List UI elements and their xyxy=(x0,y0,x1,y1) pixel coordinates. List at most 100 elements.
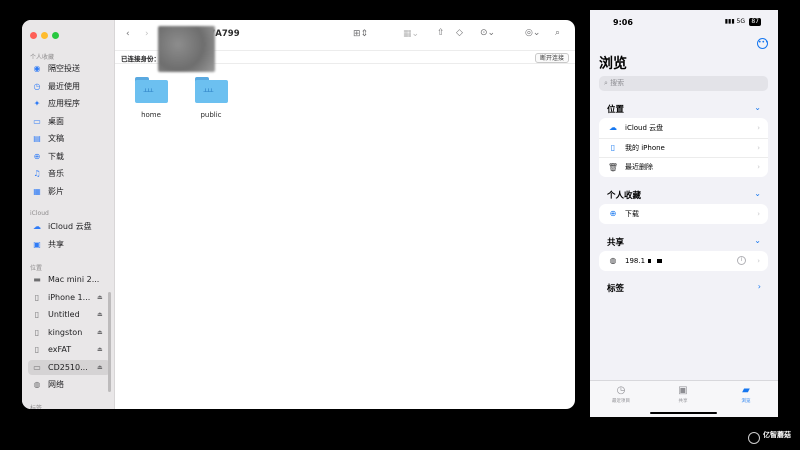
tab-label: 浏览 xyxy=(741,399,751,404)
group-icon[interactable]: ▦⌄ xyxy=(403,29,419,39)
airdrop-share-icon[interactable]: ◎⌄ xyxy=(525,28,540,38)
search-icon: ⌕ xyxy=(604,79,608,87)
sidebar-item-desktop[interactable]: ▭ 桌面 xyxy=(28,114,110,129)
back-icon[interactable]: ‹ xyxy=(126,29,130,39)
info-icon[interactable]: i xyxy=(737,256,746,266)
signal-indicator: ▮▮▮ 5G xyxy=(724,18,745,25)
tags-header: 标签 xyxy=(30,405,43,409)
mac-mini-icon: ▬ xyxy=(33,275,41,284)
search-input[interactable]: ⌕ 搜索 xyxy=(599,76,768,91)
sidebar-item-label: 文稿 xyxy=(48,134,64,143)
list-item-server[interactable]: ◍ 198.1 i › xyxy=(599,251,768,271)
minimize-window-button[interactable] xyxy=(41,32,48,39)
iphone-files-app: 9:06 ▮▮▮ 5G 87 ••• 浏览 ⌕ 搜索 位置 ⌄ ☁ iCloud … xyxy=(590,10,778,417)
movie-icon: ▦ xyxy=(33,186,41,196)
tab-shared[interactable]: ▣ 共享 xyxy=(663,385,703,404)
disconnect-button[interactable]: 断开连接 xyxy=(534,53,569,63)
more-options-icon[interactable]: ••• xyxy=(757,38,769,49)
tag-icon[interactable]: ◇ xyxy=(456,28,463,38)
sidebar-item-iphone[interactable]: ▯ iPhone 1... ⏏ xyxy=(28,290,110,305)
sidebar-item-label: 最近使用 xyxy=(48,81,80,91)
share-icon[interactable]: ⇧ xyxy=(437,28,445,38)
forward-icon[interactable]: › xyxy=(145,29,149,39)
zoom-window-button[interactable] xyxy=(52,32,59,39)
eject-icon[interactable]: ⏏ xyxy=(97,364,107,371)
sidebar-item-kingston[interactable]: ▯ kingston ⏏ xyxy=(28,325,110,340)
favorites-list: ⊕ 下载 › xyxy=(599,204,768,224)
network-type: 5G xyxy=(736,18,745,25)
sidebar-item-label: 影片 xyxy=(48,186,64,196)
view-grid-icon[interactable]: ⊞⇕ xyxy=(353,29,368,39)
tab-recents[interactable]: ◷ 最近项目 xyxy=(601,385,641,404)
shared-folder-icon: ᚆᚆᚆ xyxy=(134,77,168,103)
sidebar-item-label: 隔空投送 xyxy=(48,64,80,73)
download-icon: ⊕ xyxy=(609,209,617,219)
close-window-button[interactable] xyxy=(30,32,37,39)
list-item-downloads[interactable]: ⊕ 下载 › xyxy=(599,204,768,224)
sidebar-item-network[interactable]: ◍ 网络 xyxy=(28,377,110,392)
sidebar-item-label: 桌面 xyxy=(48,116,64,126)
sidebar-item-shared[interactable]: ▣ 共享 xyxy=(28,237,110,252)
sidebar-scrollbar[interactable] xyxy=(108,292,111,392)
tab-label: 共享 xyxy=(678,399,688,404)
shared-section-header[interactable]: 共享 xyxy=(607,236,624,248)
chevron-right-icon: › xyxy=(757,163,760,172)
eject-icon[interactable]: ⏏ xyxy=(97,294,107,301)
document-icon: ▤ xyxy=(33,134,41,143)
download-icon: ⊕ xyxy=(33,151,41,161)
music-icon: ♫ xyxy=(33,169,41,178)
icloud-header: iCloud xyxy=(30,210,49,217)
sidebar-item-applications[interactable]: ✦ 应用程序 xyxy=(28,96,110,111)
desktop-icon: ▭ xyxy=(33,116,41,126)
sidebar-item-music[interactable]: ♫ 音乐 xyxy=(28,166,110,181)
chevron-down-icon[interactable]: ⌄ xyxy=(754,189,761,198)
list-item-label: 198.1 xyxy=(625,256,646,265)
tab-browse[interactable]: ▰ 浏览 xyxy=(726,385,766,404)
trash-icon: 🗑 xyxy=(607,162,619,172)
shared-list: ◍ 198.1 i › xyxy=(599,251,768,271)
chevron-down-icon[interactable]: ⌄ xyxy=(754,236,761,245)
sidebar-item-label: 下载 xyxy=(48,151,64,161)
eject-icon[interactable]: ⏏ xyxy=(97,329,107,336)
connected-as-label: 已连接身份： xyxy=(121,55,160,63)
sidebar-item-cd2510[interactable]: ▭ CD2510... ⏏ xyxy=(28,359,110,375)
favorites-section-header[interactable]: 个人收藏 xyxy=(607,189,641,201)
folder-public[interactable]: ᚆᚆᚆ public xyxy=(191,77,231,119)
eject-icon[interactable]: ⏏ xyxy=(97,346,107,353)
search-icon[interactable]: ⌕ xyxy=(555,28,560,38)
chevron-right-icon[interactable]: › xyxy=(758,282,761,291)
eject-icon[interactable]: ⏏ xyxy=(97,311,107,318)
chevron-right-icon: › xyxy=(757,209,760,218)
sidebar-item-documents[interactable]: ▤ 文稿 xyxy=(28,131,110,146)
sidebar-item-downloads[interactable]: ⊕ 下载 xyxy=(28,149,110,164)
sidebar-item-movies[interactable]: ▦ 影片 xyxy=(28,184,110,199)
sidebar-item-label: CD2510... xyxy=(48,362,88,372)
drive-icon: ▯ xyxy=(34,310,40,319)
more-actions-icon[interactable]: ⊙⌄ xyxy=(480,28,495,38)
sidebar-item-untitled[interactable]: ▯ Untitled ⏏ xyxy=(28,307,110,322)
tab-label: 最近项目 xyxy=(612,399,630,404)
chevron-down-icon[interactable]: ⌄ xyxy=(754,103,761,112)
folder-name: home xyxy=(141,111,161,119)
sidebar-item-recents[interactable]: ◷ 最近使用 xyxy=(28,79,110,94)
list-item-icloud-drive[interactable]: ☁ iCloud 云盘 › xyxy=(599,118,768,138)
sidebar-item-label: exFAT xyxy=(48,345,72,354)
drive-icon: ▯ xyxy=(34,345,40,354)
list-item-my-iphone[interactable]: ▯ 我的 iPhone › xyxy=(599,137,768,158)
iphone-icon: ▯ xyxy=(34,292,40,302)
status-bar: 9:06 ▮▮▮ 5G 87 xyxy=(590,10,778,30)
sidebar-item-icloud-drive[interactable]: ☁ iCloud 云盘 xyxy=(28,219,110,234)
locations-section-header[interactable]: 位置 xyxy=(607,103,624,115)
page-title: 浏览 xyxy=(599,56,627,72)
battery-indicator: 87 xyxy=(749,18,761,26)
finder-sidebar: 个人收藏 ◉ 隔空投送 ◷ 最近使用 ✦ 应用程序 ▭ 桌面 ▤ 文稿 ⊕ 下载 ♫ 音乐 ▦… xyxy=(22,20,115,409)
sidebar-item-mac-mini[interactable]: ▬ Mac mini 2... xyxy=(28,272,110,287)
drive-icon: ▯ xyxy=(34,327,40,337)
sidebar-item-airdrop[interactable]: ◉ 隔空投送 xyxy=(28,61,110,76)
sidebar-item-exfat[interactable]: ▯ exFAT ⏏ xyxy=(28,342,110,357)
tags-section-header[interactable]: 标签 xyxy=(607,282,624,294)
list-item-recently-deleted[interactable]: 🗑 最近删除 › xyxy=(599,157,768,177)
locations-list: ☁ iCloud 云盘 › ▯ 我的 iPhone › 🗑 最近删除 › xyxy=(599,118,768,177)
folder-home[interactable]: ᚆᚆᚆ home xyxy=(131,77,171,119)
finder-window: 个人收藏 ◉ 隔空投送 ◷ 最近使用 ✦ 应用程序 ▭ 桌面 ▤ 文稿 ⊕ 下载 ♫ 音乐 ▦… xyxy=(22,20,575,409)
